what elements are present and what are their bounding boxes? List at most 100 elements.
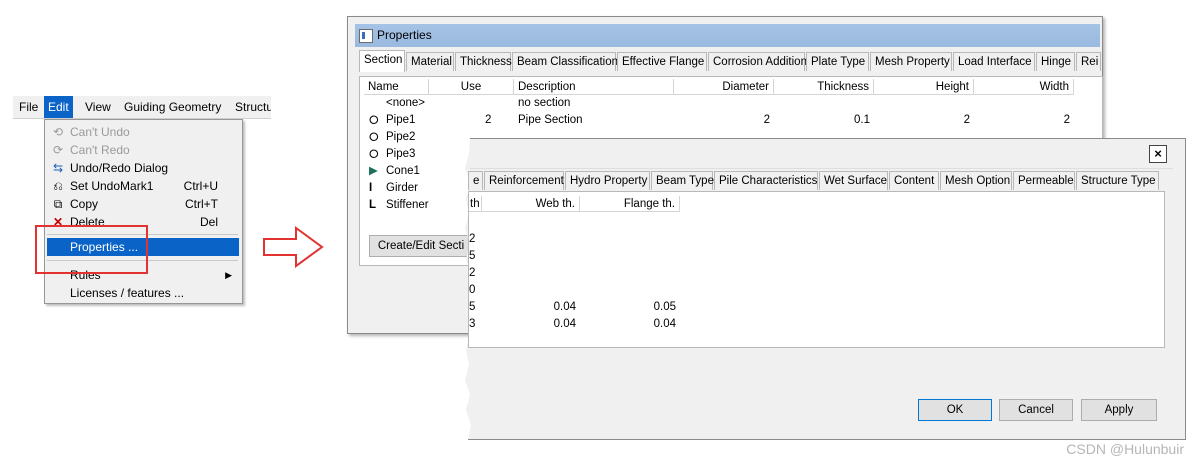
tab-mesh-property[interactable]: Mesh Property: [870, 52, 952, 71]
menu-item-set-undo-mark[interactable]: ⎌ Set UndoMark1 Ctrl+U: [45, 177, 240, 195]
tab-material[interactable]: Material: [406, 52, 454, 71]
menu-item-copy[interactable]: ⧉ Copy Ctrl+T: [45, 195, 240, 213]
close-button[interactable]: ×: [1149, 145, 1167, 163]
tab-mesh-option[interactable]: Mesh Option: [940, 171, 1012, 190]
menu-item-shortcut: Ctrl+U: [183, 179, 218, 193]
create-edit-section-button[interactable]: Create/Edit Secti: [369, 235, 473, 257]
column-header-description[interactable]: Description: [514, 79, 674, 95]
menu-item-label: Set UndoMark1: [70, 179, 154, 193]
redo-icon: ⟳: [52, 143, 64, 157]
pipe-icon: ⭘: [369, 113, 379, 127]
tab-structure-type[interactable]: Structure Type: [1076, 171, 1159, 190]
undo-redo-dialog-icon: ⇆: [52, 161, 64, 175]
column-header-flange-thickness[interactable]: Flange th.: [580, 196, 680, 212]
tab-beam-type[interactable]: Beam Type: [651, 171, 714, 190]
tab-hydro-property[interactable]: Hydro Property: [565, 171, 650, 190]
undo-mark-icon: ⎌: [53, 179, 63, 193]
cell-name[interactable]: Pipe2: [386, 129, 415, 146]
apply-button[interactable]: Apply: [1081, 399, 1157, 421]
cell-partial: 2: [469, 233, 476, 245]
annotation-arrow-icon: [263, 226, 324, 268]
window-title: Properties: [377, 28, 432, 42]
cell-partial: 2: [469, 267, 476, 279]
menu-file[interactable]: File: [15, 96, 42, 118]
tab-load-interface[interactable]: Load Interface: [953, 52, 1035, 71]
tab-plate-type[interactable]: Plate Type: [806, 52, 869, 71]
menu-item-label: Can't Undo: [70, 125, 130, 139]
cancel-button[interactable]: Cancel: [999, 399, 1073, 421]
tab-partial[interactable]: e: [468, 171, 483, 190]
cell-partial: 5: [469, 301, 476, 313]
menu-item-licenses[interactable]: Licenses / features ...: [45, 284, 240, 302]
ok-button[interactable]: OK: [918, 399, 992, 421]
menu-item-cant-undo[interactable]: ⟲ Can't Undo: [45, 123, 240, 141]
tab-reinforcement[interactable]: Reinforcement: [484, 171, 564, 190]
tab-reinforcement-partial[interactable]: Rei: [1076, 52, 1101, 71]
tab-pile-characteristics[interactable]: Pile Characteristics: [714, 171, 818, 190]
column-header-height[interactable]: Height: [874, 79, 974, 95]
pipe-icon: ⭘: [369, 147, 379, 161]
menu-item-label: Can't Redo: [70, 143, 130, 157]
section-window-title-bar[interactable]: ×: [470, 140, 1173, 169]
menu-structure[interactable]: Structu: [231, 96, 271, 118]
window-icon: [359, 29, 373, 43]
submenu-arrow-icon: ▶: [225, 270, 232, 280]
menu-item-cant-redo[interactable]: ⟳ Can't Redo: [45, 141, 240, 159]
column-header-web-thickness[interactable]: Web th.: [482, 196, 580, 212]
annotation-highlight-box: [35, 225, 148, 274]
column-header-name[interactable]: Name: [364, 79, 429, 95]
menu-item-undo-redo-dialog[interactable]: ⇆ Undo/Redo Dialog: [45, 159, 240, 177]
copy-icon: ⧉: [53, 197, 63, 211]
cell-name[interactable]: Pipe1: [386, 112, 415, 129]
cell-partial: 3: [469, 318, 476, 330]
properties-tab-strip: Section Material Thickness Beam Classifi…: [359, 50, 1101, 72]
menu-item-label: Undo/Redo Dialog: [70, 161, 169, 175]
section-detail-table: th Web th. Flange th. 2 5 2 0 5 0.04 0.0…: [468, 191, 1165, 348]
properties-title-bar[interactable]: Properties: [355, 24, 1100, 47]
tab-corrosion-addition[interactable]: Corrosion Addition: [708, 52, 807, 71]
menu-item-label: Copy: [70, 197, 99, 211]
cell-description: Pipe Section: [518, 114, 583, 126]
cell-width: 2: [1063, 114, 1070, 126]
tab-wet-surface[interactable]: Wet Surface: [819, 171, 888, 190]
tab-beam-classification[interactable]: Beam Classification: [512, 52, 618, 71]
cell-name[interactable]: Cone1: [386, 163, 420, 180]
column-header-partial[interactable]: th: [469, 196, 482, 212]
menu-view[interactable]: View: [81, 96, 115, 118]
tab-effective-flange[interactable]: Effective Flange: [617, 52, 707, 71]
menu-bar: File Edit View Guiding Geometry Structu: [13, 96, 271, 119]
menu-guiding-geometry[interactable]: Guiding Geometry: [120, 96, 225, 118]
pipe-icon: ⭘: [369, 130, 379, 144]
column-header-diameter[interactable]: Diameter: [674, 79, 774, 95]
tab-thickness[interactable]: Thickness: [455, 52, 512, 71]
cell-name[interactable]: <none>: [386, 95, 425, 112]
cell-web-thickness: 0.04: [553, 318, 576, 330]
column-header-use[interactable]: Use: [429, 79, 514, 95]
undo-icon: ⟲: [52, 125, 64, 139]
cell-flange-thickness: 0.04: [653, 318, 676, 330]
cell-name[interactable]: Pipe3: [386, 146, 415, 163]
cell-use: 2: [485, 114, 492, 126]
cell-partial: 0: [469, 284, 476, 296]
tab-hinge[interactable]: Hinge: [1036, 52, 1075, 71]
menu-edit[interactable]: Edit: [44, 96, 73, 118]
cell-flange-thickness: 0.05: [653, 301, 676, 313]
l-profile-icon: L: [369, 199, 377, 211]
cell-name[interactable]: Girder: [386, 180, 418, 197]
cell-name[interactable]: Stiffener: [386, 197, 429, 214]
cell-partial: 5: [469, 250, 476, 262]
tab-section[interactable]: Section: [359, 50, 405, 72]
menu-item-label: Licenses / features ...: [70, 286, 185, 300]
tab-permeable[interactable]: Permeable: [1013, 171, 1075, 190]
i-beam-icon: I: [369, 182, 373, 194]
column-header-width[interactable]: Width: [974, 79, 1074, 95]
watermark: CSDN @Hulunbuir: [1066, 441, 1184, 457]
cone-icon: ▶: [369, 165, 378, 177]
section-window-tab-strip: e Reinforcement Hydro Property Beam Type…: [468, 171, 1163, 191]
cell-diameter: 2: [763, 114, 770, 126]
cell-height: 2: [963, 114, 970, 126]
menu-item-shortcut: Del: [199, 215, 218, 229]
column-header-thickness[interactable]: Thickness: [774, 79, 874, 95]
cell-web-thickness: 0.04: [553, 301, 576, 313]
tab-content[interactable]: Content: [889, 171, 939, 190]
